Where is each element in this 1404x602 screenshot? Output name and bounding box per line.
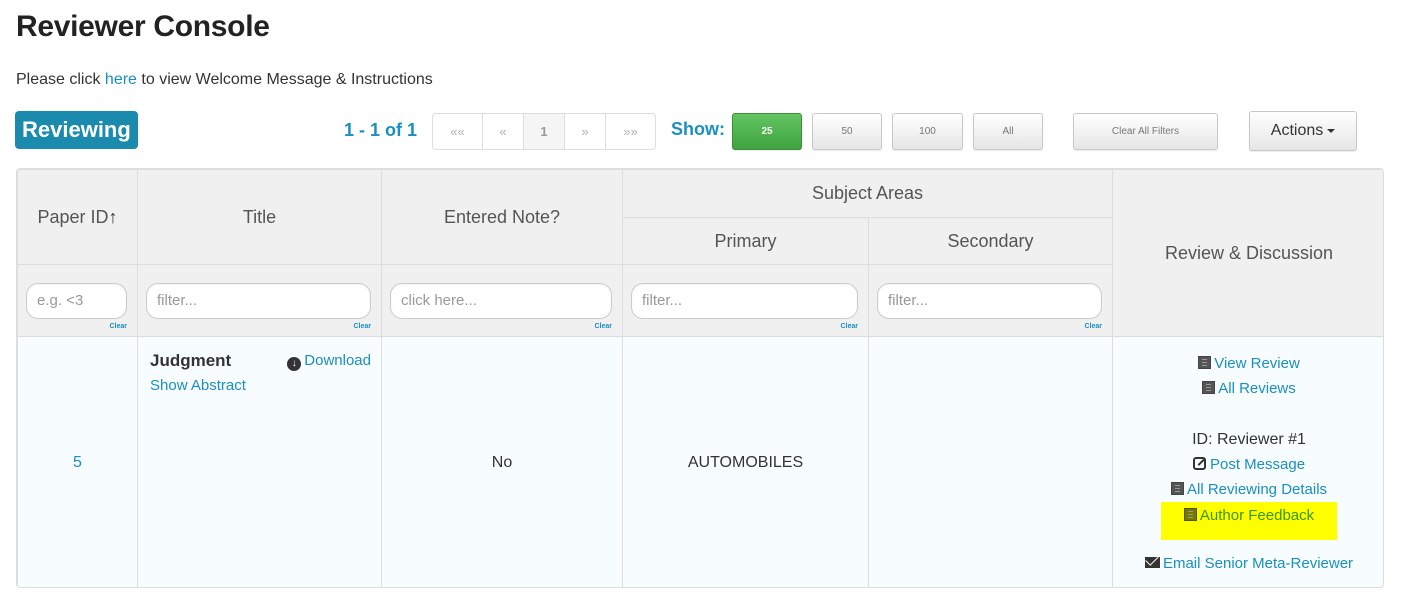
header-primary[interactable]: Primary	[622, 217, 869, 265]
header-review-discussion: Review & Discussion	[1112, 169, 1383, 337]
filter-cell-primary: Clear	[622, 264, 869, 337]
download-label: Download	[304, 352, 371, 369]
review-discussion-cell: View Review All Reviews ID: Reviewer #1 …	[1112, 336, 1383, 587]
sort-up-arrow-icon: ↑	[108, 206, 118, 227]
table-icon	[1183, 508, 1197, 521]
paper-id-link[interactable]: 5	[73, 454, 82, 471]
table-icon	[1202, 381, 1216, 394]
author-feedback-link[interactable]: Author Feedback	[1183, 503, 1315, 540]
post-message-link[interactable]: Post Message	[1192, 452, 1306, 477]
intro-text: Please click here to view Welcome Messag…	[16, 71, 433, 89]
table-icon	[1198, 356, 1212, 369]
intro-prefix: Please click	[16, 71, 105, 88]
clear-title-filter[interactable]: Clear	[353, 323, 371, 330]
paper-id-cell: 5	[17, 336, 138, 587]
email-meta-reviewer-link[interactable]: Email Senior Meta-Reviewer	[1144, 551, 1354, 576]
paper-id-filter-input[interactable]	[26, 282, 127, 319]
header-secondary[interactable]: Secondary	[867, 217, 1114, 265]
post-message-label: Post Message	[1209, 456, 1306, 473]
pager-page-1[interactable]: 1	[524, 114, 565, 149]
download-link[interactable]: ↓ Download	[287, 352, 371, 371]
show-label: Show:	[671, 119, 725, 139]
page-size-all-button[interactable]: All	[973, 113, 1043, 150]
filter-cell-title: Clear	[137, 264, 382, 337]
view-review-label: View Review	[1214, 355, 1300, 372]
header-paper-id[interactable]: Paper ID↑	[17, 169, 138, 265]
all-reviewing-details-label: All Reviewing Details	[1186, 481, 1328, 498]
result-range: 1 - 1 of 1	[344, 120, 418, 140]
pager-last[interactable]: »»	[606, 114, 655, 149]
caret-down-icon	[1327, 128, 1336, 133]
entered-note-cell: No	[381, 336, 623, 587]
all-reviews-link[interactable]: All Reviews	[1202, 376, 1296, 401]
paper-title: Judgment	[150, 351, 232, 370]
download-icon: ↓	[287, 357, 302, 371]
title-filter-input[interactable]	[146, 282, 371, 319]
filter-cell-note: Clear	[381, 264, 623, 337]
note-filter-input[interactable]	[390, 282, 612, 319]
filter-cell-secondary: Clear	[867, 264, 1114, 337]
submissions-table: Paper ID↑ Title Entered Note? Subject Ar…	[16, 168, 1384, 588]
intro-suffix: to view Welcome Message & Instructions	[136, 71, 433, 88]
secondary-filter-input[interactable]	[877, 282, 1103, 319]
all-reviewing-details-link[interactable]: All Reviewing Details	[1170, 477, 1328, 502]
secondary-subject-cell	[867, 336, 1114, 587]
header-entered-note[interactable]: Entered Note?	[381, 169, 623, 265]
email-meta-reviewer-label: Email Senior Meta-Reviewer	[1162, 555, 1354, 572]
author-feedback-highlight: Author Feedback	[1161, 502, 1338, 540]
header-paper-id-label: Paper ID	[37, 206, 109, 227]
view-review-link[interactable]: View Review	[1198, 351, 1300, 376]
pagination: «« « 1 » »»	[432, 113, 656, 150]
pager-next[interactable]: »	[565, 114, 606, 149]
table-icon	[1170, 482, 1184, 495]
actions-label: Actions	[1270, 122, 1324, 139]
clear-secondary-filter[interactable]: Clear	[1085, 323, 1103, 330]
page-title: Reviewer Console	[16, 10, 270, 43]
pager-first[interactable]: ««	[433, 114, 483, 149]
clear-primary-filter[interactable]: Clear	[840, 323, 858, 330]
pager-prev[interactable]: «	[483, 114, 524, 149]
title-cell: Judgment ↓ Download Show Abstract	[137, 336, 382, 587]
header-title[interactable]: Title	[137, 169, 382, 265]
clear-note-filter[interactable]: Clear	[594, 323, 612, 330]
page-size-50-button[interactable]: 50	[812, 113, 882, 150]
edit-icon	[1192, 457, 1206, 470]
role-badge-reviewing[interactable]: Reviewing	[15, 111, 138, 149]
author-feedback-label: Author Feedback	[1199, 507, 1315, 524]
welcome-message-link[interactable]: here	[105, 71, 137, 88]
page-size-25-button[interactable]: 25	[732, 113, 802, 150]
show-abstract-link[interactable]: Show Abstract	[150, 377, 371, 394]
primary-filter-input[interactable]	[631, 282, 858, 319]
header-subject-areas: Subject Areas	[621, 169, 1114, 218]
reviewer-id: ID: Reviewer #1	[1192, 431, 1306, 448]
table-row: 5 Judgment ↓ Download Show Abstract No AU…	[17, 336, 1383, 587]
all-reviews-label: All Reviews	[1218, 380, 1296, 397]
primary-subject-cell: AUTOMOBILES	[622, 336, 869, 587]
clear-paper-id-filter[interactable]: Clear	[109, 323, 127, 330]
page-size-100-button[interactable]: 100	[892, 113, 963, 150]
envelope-icon	[1144, 557, 1160, 568]
filter-cell-paper-id: Clear	[17, 264, 138, 337]
actions-dropdown-button[interactable]: Actions	[1249, 111, 1357, 151]
clear-all-filters-button[interactable]: Clear All Filters	[1073, 113, 1218, 150]
